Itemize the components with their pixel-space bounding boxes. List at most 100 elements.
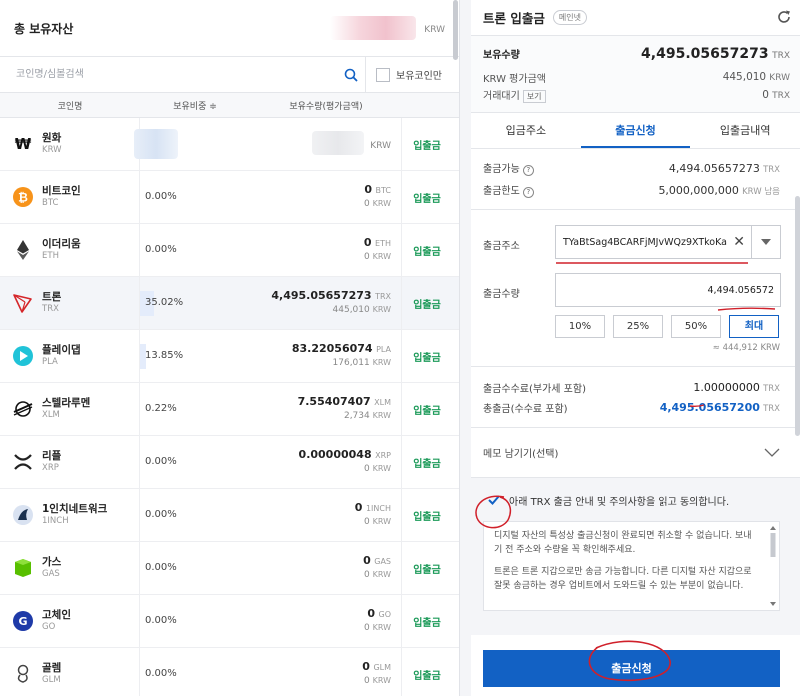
- withdraw-header: 트론 입출금 메인넷: [471, 0, 800, 36]
- asset-row[interactable]: 가스 GAS 0.00% 0 GAS 0 KRW 입출금: [0, 542, 459, 595]
- ratio-text: 0.00%: [145, 615, 177, 626]
- limit-label: 출금한도: [483, 186, 520, 198]
- deposit-withdraw-link[interactable]: 입출금: [402, 330, 452, 382]
- refresh-icon[interactable]: [776, 9, 792, 28]
- address-dropdown-button[interactable]: [752, 225, 781, 259]
- tab-deposit-address[interactable]: 입금주소: [471, 113, 581, 148]
- agree-checkbox-row[interactable]: 아래 TRX 출금 안내 및 주의사항을 읽고 동의합니다.: [481, 490, 790, 510]
- ratio-text: 0.00%: [145, 244, 177, 255]
- right-scrollbar[interactable]: [795, 196, 800, 436]
- asset-row[interactable]: 스텔라루멘 XLM 0.22% 7.55407407 XLM 2,734 KRW 입출금: [0, 383, 459, 436]
- left-scrollbar[interactable]: [453, 0, 458, 60]
- asset-list-panel: 총 보유자산 KRW 보유코인만 코인명 보유비중 ≑ 보유수량(평가금액) ₩…: [0, 0, 460, 696]
- amount-unit: GO: [378, 610, 392, 619]
- available-label: 출금가능: [483, 164, 520, 176]
- krw-value: 0: [364, 517, 370, 527]
- deposit-withdraw-link[interactable]: 입출금: [402, 224, 452, 276]
- fee-unit: TRX: [763, 383, 780, 394]
- coin-name: 1인치네트워크: [42, 503, 108, 515]
- amount-unit: XRP: [375, 451, 391, 460]
- total-assets-header: 총 보유자산 KRW: [0, 0, 459, 57]
- balance-value: 4,495.05657273: [641, 46, 769, 62]
- coin-name: 스텔라루멘: [42, 397, 91, 409]
- clear-icon[interactable]: ✕: [733, 234, 745, 250]
- qty-label: 출금수량: [483, 289, 520, 300]
- deposit-withdraw-link[interactable]: 입출금: [402, 542, 452, 594]
- fee-summary: 출금수수료(부가세 포함) 1.00000000 TRX 총출금(수수료 포함)…: [471, 367, 800, 428]
- coin-symbol: ETH: [42, 251, 59, 261]
- help-icon[interactable]: ?: [522, 164, 534, 176]
- bitcoin-icon: ₿: [12, 186, 34, 208]
- coin-symbol: TRX: [42, 304, 59, 314]
- col-coin-name[interactable]: 코인명: [0, 99, 140, 112]
- pct-10-button[interactable]: 10%: [555, 315, 605, 338]
- pct-25-button[interactable]: 25%: [613, 315, 663, 338]
- col-ratio[interactable]: 보유비중 ≑: [140, 99, 250, 112]
- pending-view-button[interactable]: 보기: [522, 90, 546, 103]
- krw-value: 445,010: [332, 305, 370, 315]
- address-input[interactable]: TYaBtSag4BCARFjMJvWQz9XTkoKa ✕: [555, 225, 752, 259]
- coin-symbol: GO: [42, 622, 56, 632]
- krw-value: 0: [364, 570, 370, 580]
- deposit-withdraw-link[interactable]: 입출금: [402, 277, 452, 329]
- total-label: 총출금(수수료 포함): [483, 403, 568, 415]
- ratio-text: 0.00%: [145, 191, 177, 202]
- asset-row[interactable]: 골렘 GLM 0.00% 0 GLM 0 KRW 입출금: [0, 648, 459, 696]
- available-unit: TRX: [763, 164, 780, 175]
- krw-value: 2,734: [343, 411, 370, 421]
- coin-name: 트론: [42, 291, 62, 303]
- value-unit: KRW: [370, 141, 391, 151]
- limit-unit: KRW 남음: [742, 186, 780, 197]
- pct-50-button[interactable]: 50%: [671, 315, 721, 338]
- agree-checkbox[interactable]: [487, 493, 501, 507]
- krw-value: 0: [364, 623, 370, 633]
- deposit-withdraw-link[interactable]: 입출금: [402, 436, 452, 488]
- balance-unit: TRX: [772, 51, 790, 61]
- help-icon[interactable]: ?: [522, 186, 534, 198]
- deposit-withdraw-link[interactable]: 입출금: [402, 118, 452, 170]
- krw-label: KRW 평가금액: [483, 73, 546, 85]
- notice-scrollbar[interactable]: [769, 524, 777, 608]
- deposit-withdraw-link[interactable]: 입출금: [402, 171, 452, 223]
- tron-icon: [12, 292, 34, 314]
- deposit-withdraw-link[interactable]: 입출금: [402, 489, 452, 541]
- asset-row[interactable]: G 고체인 GO 0.00% 0 GO 0 KRW 입출금: [0, 595, 459, 648]
- submit-withdraw-button[interactable]: 출금신청: [483, 650, 780, 687]
- asset-row[interactable]: 이더리움 ETH 0.00% 0 ETH 0 KRW 입출금: [0, 224, 459, 277]
- amount-value: 4,495.05657273: [271, 289, 372, 302]
- memo-label: 메모 남기기(선택): [483, 449, 559, 460]
- coin-name: 가스: [42, 556, 62, 568]
- coin-search-input[interactable]: [0, 57, 336, 92]
- max-button[interactable]: 최대: [729, 315, 779, 338]
- deposit-withdraw-link[interactable]: 입출금: [402, 648, 452, 696]
- ratio-text: 35.02%: [145, 297, 184, 308]
- withdraw-tabs: 입금주소 출금신청 입출금내역: [471, 113, 800, 149]
- deposit-withdraw-link[interactable]: 입출금: [402, 383, 452, 435]
- total-unit: TRX: [763, 403, 780, 414]
- coin-symbol: PLA: [42, 357, 58, 367]
- tab-withdraw-request[interactable]: 출금신청: [580, 113, 691, 148]
- asset-row[interactable]: 리플 XRP 0.00% 0.00000048 XRP 0 KRW 입출금: [0, 436, 459, 489]
- memo-toggle[interactable]: 메모 남기기(선택): [471, 428, 800, 478]
- asset-row[interactable]: ₩ 원화 KRW KRW 입출금: [0, 118, 459, 171]
- asset-row[interactable]: 1인치네트워크 1INCH 0.00% 0 1INCH 0 KRW 입출금: [0, 489, 459, 542]
- withdraw-limits: 출금가능? 4,494.05657273 TRX 출금한도? 5,000,000…: [471, 149, 800, 210]
- deposit-withdraw-link[interactable]: 입출금: [402, 595, 452, 647]
- coin-search-bar: 보유코인만: [0, 56, 459, 93]
- amount-value: 0: [363, 554, 371, 567]
- tab-history[interactable]: 입출금내역: [690, 113, 800, 148]
- asset-row[interactable]: ₿ 비트코인 BTC 0.00% 0 BTC 0 KRW 입출금: [0, 171, 459, 224]
- col-amount[interactable]: 보유수량(평가금액): [250, 99, 402, 112]
- amount-unit: GAS: [374, 557, 391, 566]
- asset-row[interactable]: 플레이댑 PLA 13.85% 83.22056074 PLA 176,011 KRW 입…: [0, 330, 459, 383]
- search-icon[interactable]: [336, 56, 366, 93]
- approx-krw: ≈ 444,912 KRW: [712, 343, 780, 353]
- chevron-down-icon: [764, 448, 780, 457]
- won-icon: ₩: [12, 133, 34, 155]
- owned-only-checkbox[interactable]: [376, 67, 390, 82]
- qty-input[interactable]: 4,494.056572: [555, 273, 781, 307]
- owned-only-toggle[interactable]: 보유코인만: [366, 67, 442, 82]
- asset-row[interactable]: 트론 TRX 35.02% 4,495.05657273 TRX 445,010 KRW…: [0, 277, 459, 330]
- coin-name: 비트코인: [42, 185, 81, 197]
- amount-unit: XLM: [374, 398, 391, 407]
